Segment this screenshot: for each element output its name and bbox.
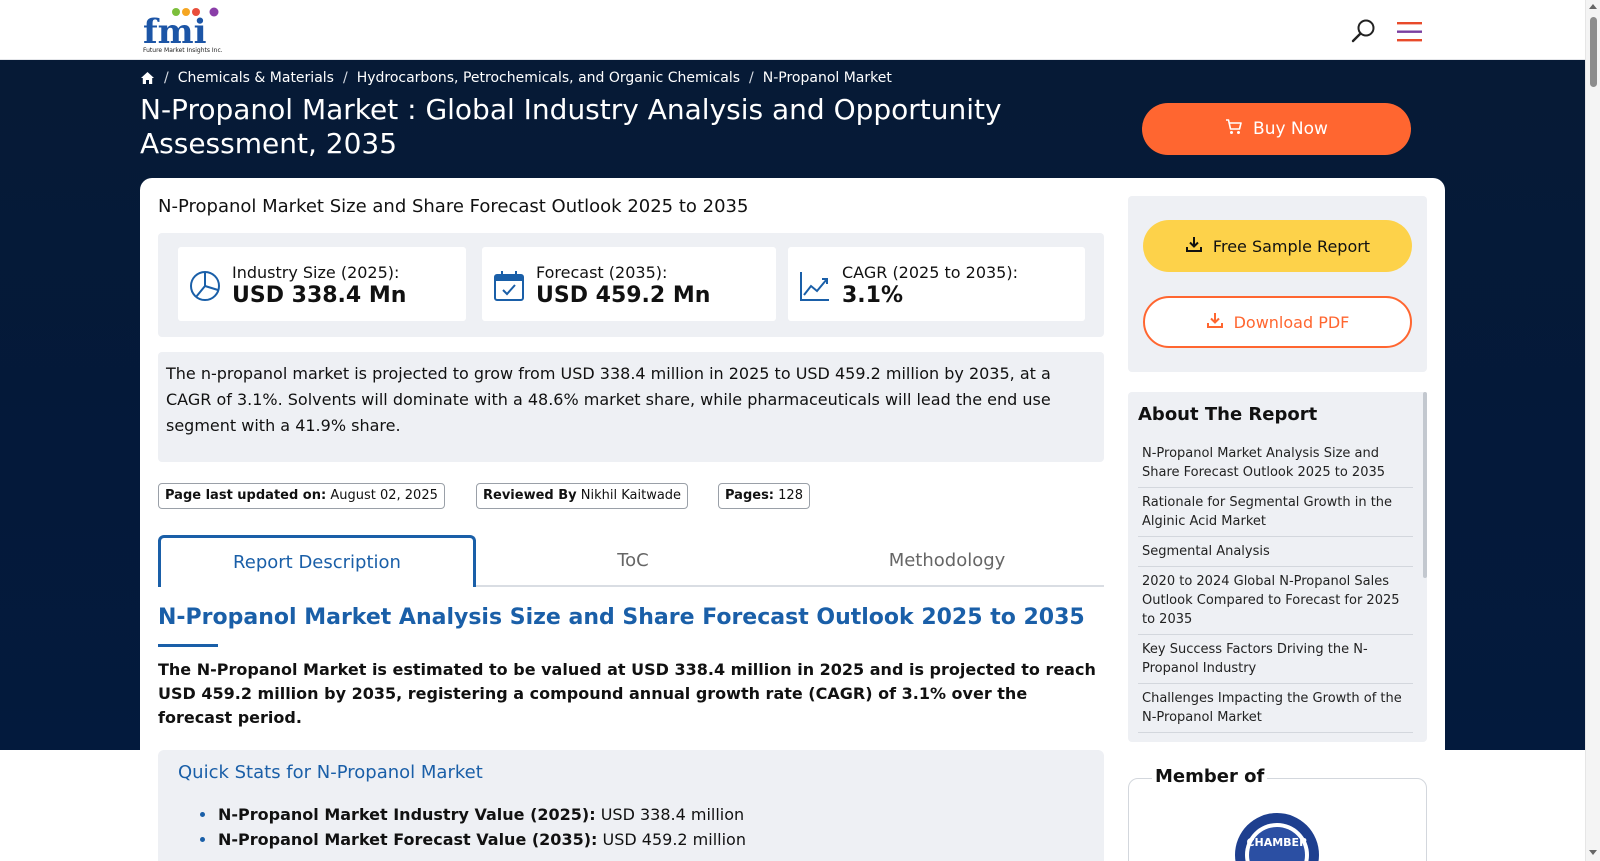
about-report-list: N-Propanol Market Analysis Size and Shar…: [1138, 439, 1413, 733]
about-item[interactable]: Segmental Analysis: [1138, 537, 1413, 567]
last-updated-badge: Page last updated on: August 02, 2025: [158, 483, 445, 509]
search-icon[interactable]: [1350, 17, 1378, 45]
chamber-logo: CHAMBER: [1232, 810, 1322, 861]
hamburger-menu-icon[interactable]: [1395, 20, 1423, 44]
svg-text:fmi: fmi: [143, 12, 207, 49]
reviewed-by-badge: Reviewed By Nikhil Kaitwade: [476, 483, 689, 509]
breadcrumb-separator: /: [164, 70, 169, 86]
meta-value: August 02, 2025: [330, 488, 438, 503]
quick-stat-label: N-Propanol Market Industry Value (2025):: [218, 805, 596, 824]
quick-stat-value: USD 459.2 million: [602, 830, 746, 849]
tab-report-description[interactable]: Report Description: [158, 535, 476, 587]
trend-line-icon: [798, 269, 832, 303]
breadcrumb: / Chemicals & Materials / Hydrocarbons, …: [140, 70, 892, 86]
stat-card-forecast: Forecast (2035): USD 459.2 Mn: [482, 247, 776, 321]
calendar-icon: [492, 269, 526, 303]
breadcrumb-item-chemicals[interactable]: Chemicals & Materials: [178, 70, 334, 86]
page-title: N-Propanol Market : Global Industry Anal…: [140, 93, 1002, 160]
about-item[interactable]: N-Propanol Market Analysis Size and Shar…: [1138, 439, 1413, 488]
pie-chart-icon: [188, 269, 222, 303]
lead-paragraph: The N-Propanol Market is estimated to be…: [158, 660, 1096, 727]
download-pdf-button[interactable]: Download PDF: [1143, 296, 1412, 348]
stat-card-industry-size: Industry Size (2025): USD 338.4 Mn: [178, 247, 466, 321]
quick-stat-label: N-Propanol Market Forecast Value (2035):: [218, 830, 598, 849]
quick-stats-list: N-Propanol Market Industry Value (2025):…: [198, 802, 746, 852]
stat-value: USD 338.4 Mn: [232, 283, 407, 308]
pages-badge: Pages: 128: [718, 483, 810, 509]
tab-methodology[interactable]: Methodology: [790, 535, 1104, 585]
about-report-title: About The Report: [1138, 404, 1318, 425]
about-report-panel: About The Report N-Propanol Market Analy…: [1128, 392, 1427, 742]
about-item[interactable]: 2020 to 2024 Global N-Propanol Sales Out…: [1138, 567, 1413, 635]
download-icon: [1206, 311, 1224, 333]
heading-underline: [158, 644, 218, 647]
about-item[interactable]: Rationale for Segmental Growth in the Al…: [1138, 488, 1413, 537]
download-icon: [1185, 235, 1203, 257]
member-of-title: Member of: [1152, 766, 1268, 787]
breadcrumb-separator: /: [749, 70, 754, 86]
quick-stats-title: Quick Stats for N-Propanol Market: [178, 762, 483, 783]
about-panel-scrollbar[interactable]: [1423, 392, 1427, 578]
cart-icon: [1225, 118, 1243, 141]
top-navbar: fmi Future Market Insights Inc.: [0, 0, 1585, 60]
summary-text: The n-propanol market is projected to gr…: [158, 352, 1104, 462]
scroll-down-arrow-icon[interactable]: [1589, 850, 1597, 855]
stat-label: CAGR (2025 to 2035):: [842, 263, 1018, 282]
scrollbar-thumb[interactable]: [1590, 17, 1597, 87]
download-pdf-label: Download PDF: [1233, 312, 1350, 332]
free-sample-label: Free Sample Report: [1212, 236, 1371, 256]
quick-stat-item: N-Propanol Market Forecast Value (2035):…: [198, 827, 746, 852]
breadcrumb-item-hydrocarbons[interactable]: Hydrocarbons, Petrochemicals, and Organi…: [357, 70, 740, 86]
logo-caption: Future Market Insights Inc.: [143, 47, 223, 54]
quick-stat-item: N-Propanol Market Industry Value (2025):…: [198, 802, 746, 827]
meta-value: Nikhil Kaitwade: [580, 488, 682, 503]
breadcrumb-separator: /: [342, 70, 348, 86]
stat-value: USD 459.2 Mn: [536, 283, 711, 308]
report-section-heading: N-Propanol Market Analysis Size and Shar…: [158, 605, 1085, 630]
overview-heading: N-Propanol Market Size and Share Forecas…: [158, 196, 749, 217]
svg-text:CHAMBER: CHAMBER: [1246, 836, 1308, 849]
buy-now-label: Buy Now: [1253, 119, 1328, 139]
stat-value: 3.1%: [842, 283, 904, 308]
key-stats-panel: Industry Size (2025): USD 338.4 Mn Forec…: [158, 233, 1104, 337]
page-scrollbar[interactable]: [1585, 0, 1600, 861]
stat-card-cagr: CAGR (2025 to 2035): 3.1%: [788, 247, 1085, 321]
meta-label: Page last updated on:: [165, 488, 327, 503]
tab-toc[interactable]: ToC: [476, 535, 790, 585]
meta-label: Pages:: [725, 488, 775, 503]
fmi-logo[interactable]: fmi Future Market Insights Inc.: [143, 5, 233, 55]
about-item[interactable]: Key Success Factors Driving the N-Propan…: [1138, 635, 1413, 684]
meta-label: Reviewed By: [483, 488, 577, 503]
free-sample-report-button[interactable]: Free Sample Report: [1143, 220, 1412, 272]
stat-label: Industry Size (2025):: [232, 263, 400, 282]
about-item[interactable]: Challenges Impacting the Growth of the N…: [1138, 684, 1413, 733]
scroll-up-arrow-icon[interactable]: [1589, 4, 1597, 9]
buy-now-button[interactable]: Buy Now: [1142, 103, 1411, 155]
breadcrumb-item-current: N-Propanol Market: [762, 70, 892, 86]
quick-stats-box: Quick Stats for N-Propanol Market N-Prop…: [158, 750, 1104, 861]
home-icon[interactable]: [140, 71, 155, 85]
report-tabs: Report Description ToC Methodology: [158, 535, 1104, 587]
quick-stat-value: USD 338.4 million: [600, 805, 745, 824]
stat-label: Forecast (2035):: [536, 263, 668, 282]
meta-value: 128: [778, 488, 803, 503]
